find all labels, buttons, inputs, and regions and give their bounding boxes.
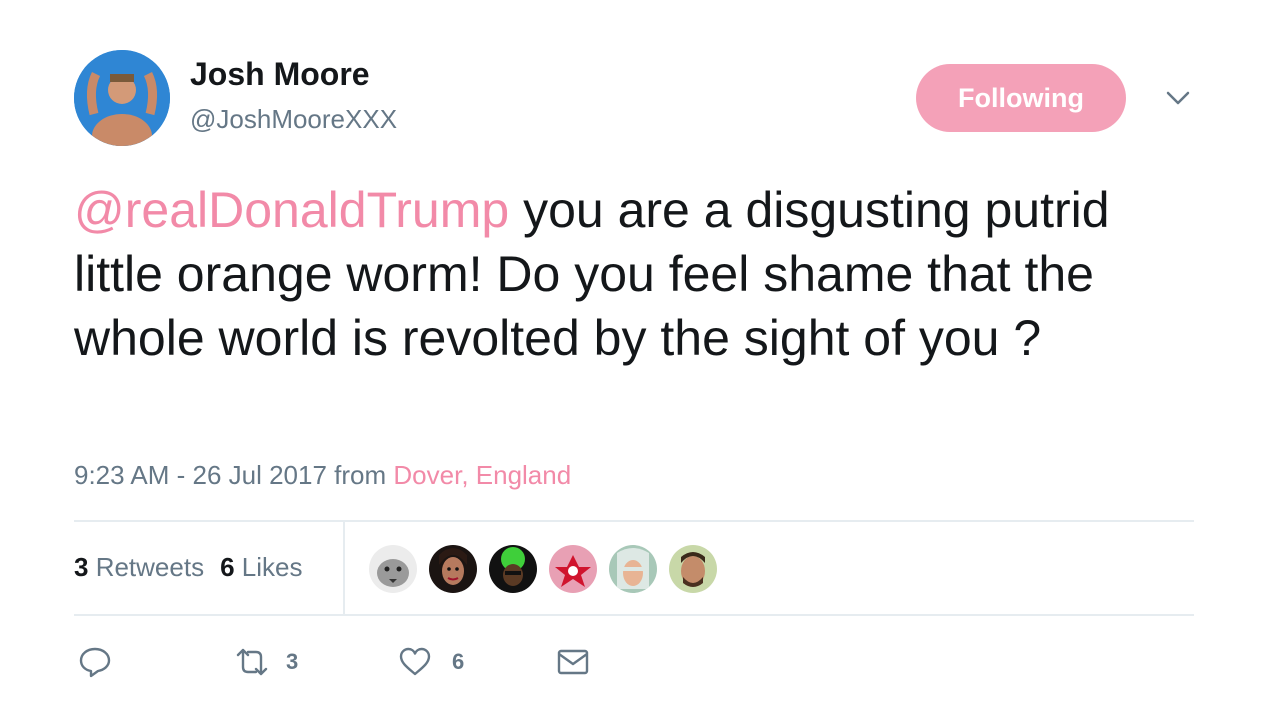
liker-avatar[interactable] bbox=[428, 544, 478, 594]
retweets-label: Retweets bbox=[88, 552, 205, 582]
likes-count: 6 bbox=[220, 552, 235, 582]
mention-link[interactable]: @realDonaldTrump bbox=[74, 182, 509, 238]
retweet-icon bbox=[232, 645, 272, 679]
tweet-timestamp[interactable]: 9:23 AM - 26 Jul 2017 bbox=[74, 460, 327, 490]
heart-icon bbox=[398, 645, 432, 679]
liker-avatar[interactable] bbox=[368, 544, 418, 594]
tweet-meta: 9:23 AM - 26 Jul 2017 from Dover, Englan… bbox=[74, 460, 571, 491]
divider bbox=[74, 614, 1194, 616]
stats-divider bbox=[343, 522, 345, 614]
liker-avatar[interactable] bbox=[668, 544, 718, 594]
likers-avatars bbox=[368, 544, 728, 594]
location-link[interactable]: Dover, England bbox=[393, 460, 571, 490]
direct-message-button[interactable] bbox=[556, 645, 590, 679]
engagement-stats: 3 Retweets 6 Likes bbox=[74, 552, 318, 583]
liker-avatar[interactable] bbox=[488, 544, 538, 594]
retweet-button[interactable]: 3 bbox=[232, 645, 398, 679]
retweet-count: 3 bbox=[286, 649, 299, 674]
retweets-stat[interactable]: 3 Retweets bbox=[74, 552, 204, 583]
avatar[interactable] bbox=[74, 50, 170, 146]
from-label: from bbox=[326, 460, 394, 490]
chevron-down-icon[interactable] bbox=[1163, 86, 1193, 110]
liker-avatar[interactable] bbox=[608, 544, 658, 594]
divider bbox=[74, 520, 1194, 522]
reply-icon bbox=[78, 645, 112, 679]
like-count: 6 bbox=[452, 649, 465, 674]
tweet-actions: 3 6 bbox=[78, 642, 590, 682]
reply-button[interactable] bbox=[78, 645, 232, 679]
tweet-text: @realDonaldTrump you are a disgusting pu… bbox=[74, 178, 1194, 370]
envelope-icon bbox=[556, 645, 590, 679]
likes-label: Likes bbox=[234, 552, 303, 582]
retweets-count: 3 bbox=[74, 552, 89, 582]
following-button[interactable]: Following bbox=[916, 64, 1126, 132]
like-button[interactable]: 6 bbox=[398, 645, 556, 679]
display-name[interactable]: Josh Moore bbox=[190, 56, 370, 93]
avatar-photo bbox=[74, 50, 170, 146]
liker-avatar[interactable] bbox=[548, 544, 598, 594]
user-handle[interactable]: @JoshMooreXXX bbox=[190, 104, 397, 135]
likes-stat[interactable]: 6 Likes bbox=[220, 552, 302, 583]
